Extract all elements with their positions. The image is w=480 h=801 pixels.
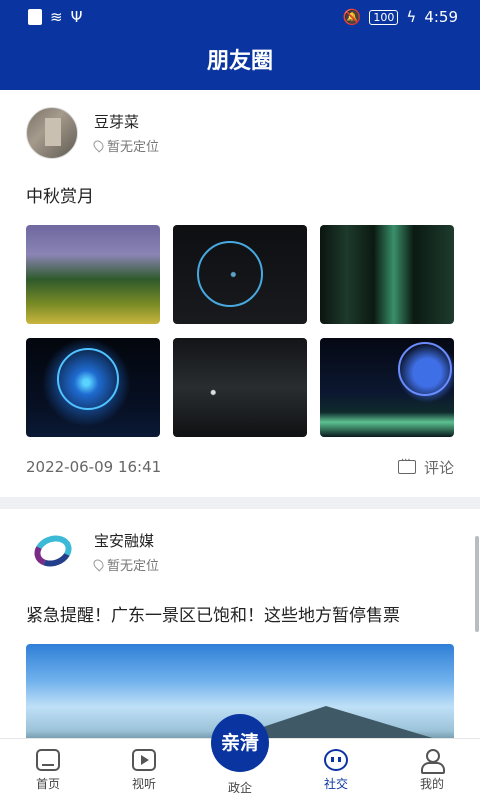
mute-icon: 🔕	[342, 8, 362, 26]
tab-video[interactable]: 视听	[114, 739, 174, 801]
battery-icon: 100	[369, 9, 399, 25]
location: 暂无定位	[91, 555, 159, 574]
tab-government[interactable]: 政企	[210, 779, 270, 796]
tab-me[interactable]: 我的	[402, 739, 462, 801]
post-text: 紧急提醒！广东一景区已饱和！这些地方暂停售票	[26, 606, 400, 626]
comment-icon	[397, 455, 416, 474]
location-pin-icon	[91, 138, 106, 153]
mountain-shape	[146, 706, 454, 738]
status-bar: ≋ Ψ 🔕 100 ϟ 4:59	[0, 0, 480, 34]
photo-thumbnail[interactable]	[320, 338, 454, 437]
avatar[interactable]	[26, 526, 78, 578]
avatar[interactable]	[26, 107, 78, 159]
user-icon	[420, 749, 445, 774]
comment-button[interactable]: 评论	[397, 455, 454, 478]
moments-feed[interactable]: 豆芽菜 暂无定位 中秋赏月 2022-06-09 16:41 ··· 评论 宝安…	[0, 90, 480, 738]
post[interactable]: 豆芽菜 暂无定位 中秋赏月 2022-06-09 16:41 ··· 评论	[0, 90, 480, 481]
photo-thumbnail[interactable]	[173, 225, 307, 324]
page-title: 朋友圈	[0, 34, 480, 90]
tab-home[interactable]: 首页	[18, 739, 78, 801]
play-icon	[132, 749, 156, 771]
post-date: 2022-06-09 16:41	[26, 458, 162, 476]
post-text: 中秋赏月	[26, 187, 94, 207]
logo-icon	[30, 530, 76, 572]
author-name[interactable]: 豆芽菜	[94, 111, 159, 132]
divider	[0, 497, 480, 509]
chat-icon	[324, 749, 348, 771]
photo-thumbnail[interactable]	[26, 338, 160, 437]
ferris-wheel-shape	[57, 348, 119, 410]
post[interactable]: 宝安融媒 暂无定位 紧急提醒！广东一景区已饱和！这些地方暂停售票	[0, 509, 480, 738]
ferris-wheel-shape	[197, 241, 263, 307]
charging-icon: ϟ	[406, 8, 417, 26]
photo-thumbnail[interactable]	[320, 225, 454, 324]
photo-thumbnail[interactable]	[173, 338, 307, 437]
usb-icon: Ψ	[70, 8, 83, 26]
alert-icon	[28, 9, 42, 25]
location: 暂无定位	[91, 136, 159, 155]
clock: 4:59	[424, 8, 458, 26]
author-name[interactable]: 宝安融媒	[94, 530, 159, 551]
photo-thumbnail[interactable]	[26, 225, 160, 324]
location-pin-icon	[91, 557, 106, 572]
center-logo-button[interactable]: 亲清	[211, 714, 269, 772]
wifi-icon: ≋	[50, 8, 63, 26]
scrollbar[interactable]	[475, 536, 479, 632]
photo-grid	[26, 225, 454, 437]
tab-social[interactable]: 社交	[306, 739, 366, 801]
home-icon	[36, 749, 60, 771]
ferris-wheel-shape	[398, 342, 452, 396]
